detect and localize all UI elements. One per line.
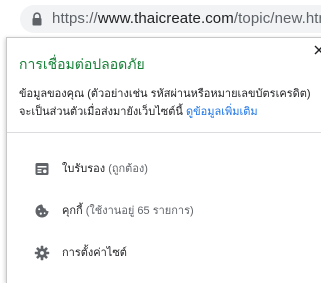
cookies-row[interactable]: คุกกี้ (ใช้งานอยู่ 65 รายการ) <box>7 191 321 231</box>
learn-more-link[interactable]: ดูข้อมูลเพิ่มเติม <box>186 106 258 118</box>
certificate-icon <box>34 161 50 177</box>
certificate-label-group: ใบรับรอง (ถูกต้อง) <box>62 161 148 177</box>
certificate-status: (ถูกต้อง) <box>108 163 148 175</box>
divider <box>7 132 321 133</box>
url-domain: www.thaicreate.com <box>97 10 234 27</box>
site-settings-row[interactable]: การตั้งค่าไซต์ <box>7 233 321 273</box>
site-settings-label: การตั้งค่าไซต์ <box>62 247 127 259</box>
omnibox[interactable]: https://www.thaicreate.com/topic/new.htm… <box>20 5 321 33</box>
omnibox-bar: https://www.thaicreate.com/topic/new.htm… <box>0 0 321 38</box>
close-icon[interactable] <box>313 43 321 55</box>
certificate-label: ใบรับรอง <box>62 163 106 175</box>
cookies-label-group: คุกกี้ (ใช้งานอยู่ 65 รายการ) <box>62 203 194 219</box>
connection-description: ข้อมูลของคุณ (ตัวอย่างเช่น รหัสผ่านหรือห… <box>19 85 321 121</box>
cookies-label: คุกกี้ <box>62 205 83 217</box>
connection-description-text: ข้อมูลของคุณ (ตัวอย่างเช่น รหัสผ่านหรือห… <box>19 88 311 118</box>
cookies-count: (ใช้งานอยู่ 65 รายการ) <box>85 205 194 217</box>
url-text[interactable]: https://www.thaicreate.com/topic/new.htm… <box>52 9 321 29</box>
url-path: /topic/new.html <box>233 10 321 27</box>
site-info-popup: การเชื่อมต่อปลอดภัย ข้อมูลของคุณ (ตัวอย่… <box>6 37 321 283</box>
certificate-row[interactable]: ใบรับรอง (ถูกต้อง) <box>7 149 321 189</box>
connection-title: การเชื่อมต่อปลอดภัย <box>19 56 145 72</box>
cookie-icon <box>34 203 50 219</box>
lock-icon[interactable] <box>30 12 44 26</box>
url-scheme: https:// <box>52 10 98 27</box>
gear-icon <box>34 245 50 261</box>
